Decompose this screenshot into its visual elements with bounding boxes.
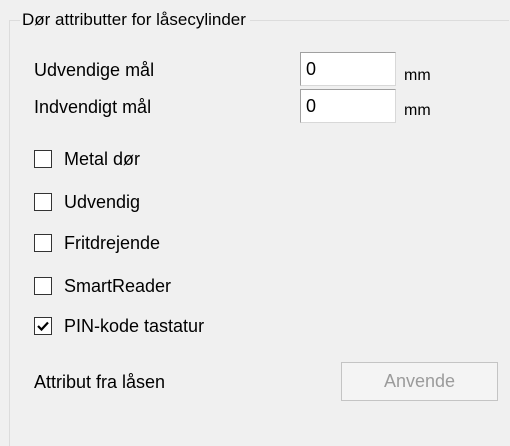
dialog-panel: Dør attributter for låsecylinder Udvendi… bbox=[0, 0, 510, 446]
smartreader-checkbox-box[interactable] bbox=[34, 277, 52, 295]
outer-dimension-input[interactable] bbox=[300, 52, 396, 86]
metal-door-label: Metal dør bbox=[64, 149, 141, 169]
checkbox-exterior[interactable]: Udvendig bbox=[34, 189, 140, 215]
inner-dimension-label: Indvendigt mål bbox=[34, 97, 152, 117]
exterior-label: Udvendig bbox=[64, 192, 141, 212]
pin-keypad-label: PIN-kode tastatur bbox=[64, 316, 205, 336]
free-turning-label: Fritdrejende bbox=[64, 233, 161, 253]
inner-dimension-unit: mm bbox=[404, 102, 431, 119]
inner-dimension-input[interactable] bbox=[300, 89, 396, 123]
checkbox-pin-keypad[interactable]: PIN-kode tastatur bbox=[34, 313, 204, 339]
free-turning-checkbox-box[interactable] bbox=[34, 234, 52, 252]
checkmark-icon bbox=[37, 321, 49, 332]
apply-button[interactable]: Anvende bbox=[341, 362, 498, 401]
groupbox-title: Dør attributter for låsecylinder bbox=[20, 8, 250, 32]
smartreader-label: SmartReader bbox=[64, 276, 172, 296]
checkbox-free-turning[interactable]: Fritdrejende bbox=[34, 230, 160, 256]
pin-keypad-checkbox-box[interactable] bbox=[34, 317, 52, 335]
outer-dimension-label: Udvendige mål bbox=[34, 60, 155, 80]
metal-door-checkbox-box[interactable] bbox=[34, 150, 52, 168]
checkbox-metal-door[interactable]: Metal dør bbox=[34, 146, 140, 172]
attribute-from-lock-label: Attribut fra låsen bbox=[34, 372, 166, 392]
checkbox-smartreader[interactable]: SmartReader bbox=[34, 273, 171, 299]
exterior-checkbox-box[interactable] bbox=[34, 193, 52, 211]
outer-dimension-unit: mm bbox=[404, 67, 431, 84]
